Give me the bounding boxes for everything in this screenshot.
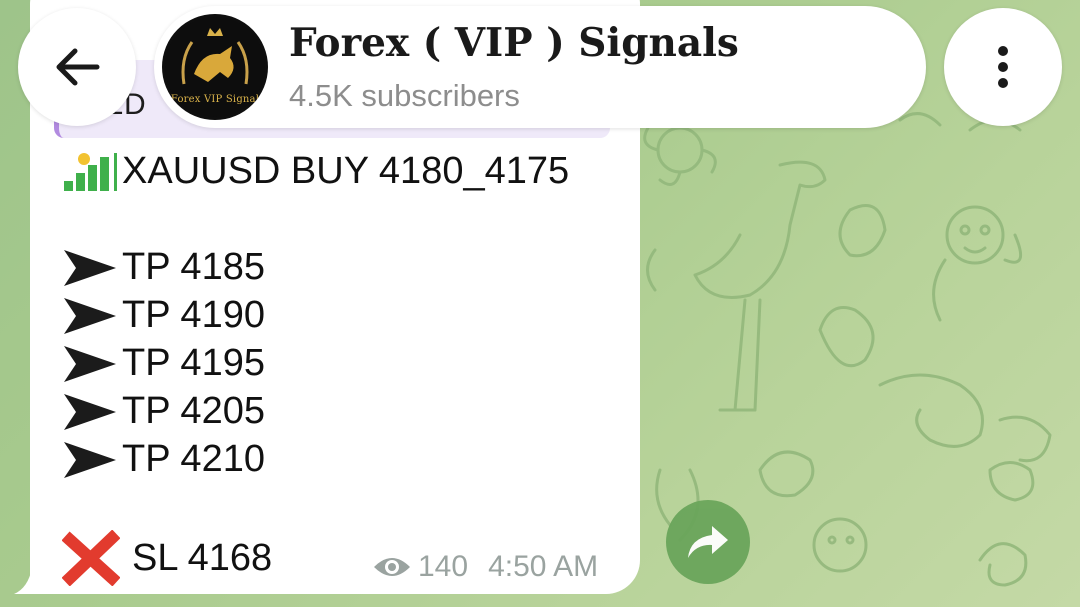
avatar-label: Forex VIP Signal — [170, 94, 260, 105]
tp-line: TP 4210 — [62, 438, 265, 481]
share-arrow-icon — [688, 526, 728, 558]
tp-text: TP 4205 — [122, 390, 265, 432]
back-button[interactable] — [18, 8, 136, 126]
arrow-right-icon — [64, 441, 116, 478]
channel-avatar[interactable]: Forex VIP Signal — [162, 14, 268, 120]
arrow-left-icon — [56, 48, 100, 86]
view-count: 140 — [418, 550, 469, 583]
tp-line: TP 4195 — [62, 342, 265, 385]
signal-text: XAUUSD BUY 4180_4175 — [122, 150, 570, 192]
more-menu-button[interactable] — [944, 8, 1062, 126]
subscriber-count: 4.5K subscribers — [289, 78, 520, 113]
arrow-right-icon — [64, 249, 116, 286]
share-button[interactable] — [666, 500, 750, 584]
cross-mark-icon — [62, 530, 120, 586]
tp-line: TP 4185 — [62, 246, 265, 289]
arrow-right-icon — [64, 345, 116, 382]
tp-line: TP 4205 — [62, 390, 265, 433]
channel-header[interactable]: Forex VIP Signal Forex ( VIP ) Signals 4… — [154, 6, 926, 128]
signal-line: XAUUSD BUY 4180_4175 — [62, 150, 569, 193]
tp-text: TP 4210 — [122, 438, 265, 480]
bar-chart-icon — [64, 152, 117, 191]
eye-icon — [374, 558, 410, 576]
tp-text: TP 4185 — [122, 246, 265, 288]
tp-text: TP 4195 — [122, 342, 265, 384]
message-meta: 140 4:50 AM — [372, 550, 598, 584]
arrow-right-icon — [64, 297, 116, 334]
arrow-right-icon — [64, 393, 116, 430]
message-time: 4:50 AM — [488, 550, 599, 583]
more-vertical-icon — [998, 46, 1008, 88]
tp-text: TP 4190 — [122, 294, 265, 336]
sl-text: SL 4168 — [132, 536, 273, 579]
channel-title: Forex ( VIP ) Signals — [289, 20, 739, 66]
tp-line: TP 4190 — [62, 294, 265, 337]
sl-line: SL 4168 — [62, 530, 272, 586]
